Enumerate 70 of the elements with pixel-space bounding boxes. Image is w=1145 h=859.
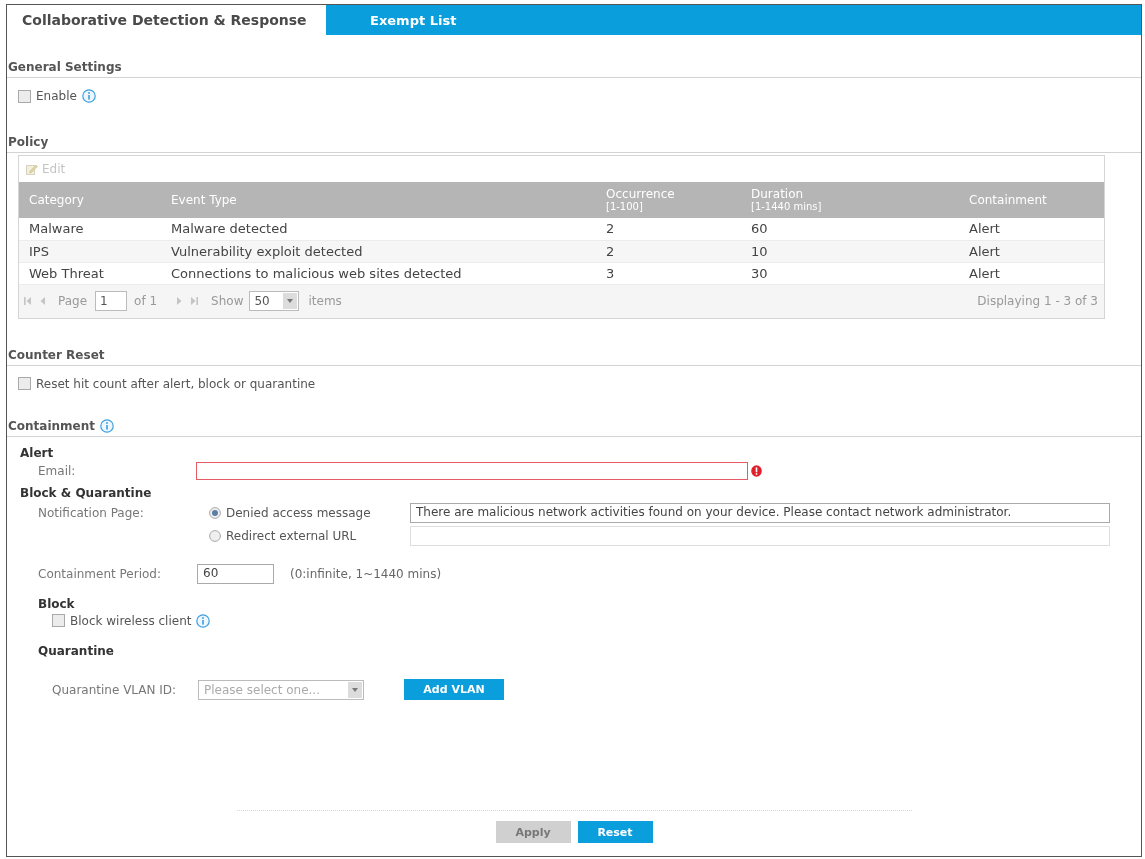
column-header[interactable]: Category (19, 182, 161, 218)
checkbox-label: Enable (36, 89, 77, 103)
radio-button[interactable] (209, 506, 221, 519)
radio-label: Denied access message (226, 505, 371, 520)
next-page-icon[interactable] (176, 296, 183, 306)
section-title: General Settings (8, 59, 122, 75)
column-header[interactable]: Containment (959, 182, 1104, 218)
table-cell: Web Threat (19, 262, 161, 284)
table-cell: 10 (741, 240, 959, 262)
info-icon[interactable] (100, 418, 114, 433)
subsection-title: Block (38, 595, 75, 612)
vlan-select[interactable]: Please select one... (198, 679, 364, 700)
field-hint: (0:infinite, 1~1440 mins) (290, 566, 442, 581)
show-label: Show (211, 294, 244, 308)
error-icon (751, 464, 762, 477)
column-header[interactable]: Event Type (161, 182, 596, 218)
last-page-icon[interactable] (191, 296, 199, 306)
table-row[interactable]: IPS Vulnerability exploit detected 2 10 Alert (19, 240, 1104, 262)
table-cell: Alert (959, 240, 1104, 262)
page-count: of 1 (134, 294, 158, 308)
column-header[interactable]: Occurrence [1-100] (596, 182, 741, 218)
section-title: Containment (8, 417, 95, 434)
tab[interactable]: Exempt List (326, 5, 1141, 35)
column-header[interactable]: Duration [1-1440 mins] (741, 182, 959, 218)
page-field[interactable]: 1 (95, 291, 128, 311)
field-label: Email: (38, 463, 77, 478)
table-cell: IPS (19, 240, 161, 262)
table-cell: Connections to malicious web sites detected (161, 262, 596, 284)
radio-label: Redirect external URL (226, 528, 357, 543)
table-cell: Malware (19, 218, 161, 240)
checkbox[interactable] (52, 614, 65, 627)
info-icon[interactable] (196, 613, 211, 628)
table-cell: 60 (741, 218, 959, 240)
display-summary: Displaying 1 - 3 of 3 (977, 294, 1098, 308)
field-label: Quarantine VLAN ID: (52, 682, 178, 697)
table-cell: 2 (596, 240, 741, 262)
email-field[interactable] (196, 461, 748, 480)
field-label: Notification Page: (38, 505, 145, 520)
table-row[interactable]: Web Threat Connections to malicious web sites detected 3 30 Alert (19, 262, 1104, 284)
previous-page-icon[interactable] (39, 296, 45, 306)
items-label: items (308, 294, 342, 308)
subsection-title: Alert (20, 444, 54, 461)
checkbox[interactable] (18, 89, 31, 103)
table-cell: 3 (596, 262, 741, 284)
page-size-select[interactable]: 50 (249, 291, 300, 311)
table-cell: Vulnerability exploit detected (161, 240, 596, 262)
add-vlan-button[interactable]: Add VLAN (404, 679, 504, 700)
field-label: Containment Period: (38, 566, 162, 581)
message-field[interactable]: There are malicious network activities found on your device. Please contact network administrator. (410, 502, 1110, 523)
checkbox-label: Reset hit count after alert, block or quarantine (36, 376, 316, 391)
section-title: Policy (8, 134, 49, 150)
url-field[interactable] (410, 525, 1110, 546)
table-cell: Alert (959, 218, 1104, 240)
pencil-icon (26, 163, 38, 175)
info-icon[interactable] (81, 89, 96, 103)
first-page-icon[interactable] (24, 296, 31, 306)
subsection-title: Block & Quarantine (20, 484, 152, 501)
period-field[interactable]: 60 (197, 563, 274, 584)
table-cell: 2 (596, 218, 741, 240)
page-label: Page (58, 294, 88, 308)
table-cell: Malware detected (161, 218, 596, 240)
table-cell: Alert (959, 262, 1104, 284)
checkbox[interactable] (18, 377, 31, 390)
table-cell: 30 (741, 262, 959, 284)
subsection-title: Quarantine (38, 642, 114, 659)
radio-button[interactable] (209, 529, 221, 542)
section-title: Counter Reset (8, 346, 105, 363)
reset-button[interactable]: Reset (577, 821, 653, 843)
table-row[interactable]: Malware Malware detected 2 60 Alert (19, 218, 1104, 240)
checkbox-label: Block wireless client (70, 613, 192, 628)
